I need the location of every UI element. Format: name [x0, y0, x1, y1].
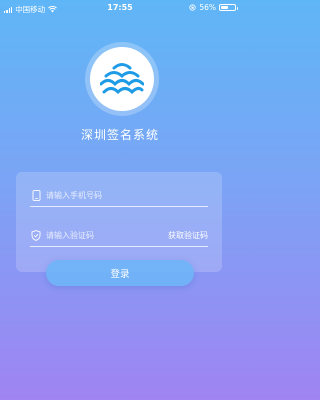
- phone-field: [30, 184, 208, 207]
- code-field: 获取验证码: [30, 224, 208, 247]
- login-button[interactable]: 登录: [46, 260, 194, 286]
- phone-icon: [30, 189, 42, 201]
- app-logo: [90, 47, 154, 111]
- get-code-button[interactable]: 获取验证码: [168, 230, 208, 241]
- status-bar: 中国移动 17:55 56%: [0, 0, 240, 16]
- app-title: 深圳签名系统: [80, 128, 159, 142]
- battery-icon: [219, 4, 238, 11]
- wave-logo-icon: [100, 63, 144, 95]
- status-right: 56%: [189, 3, 238, 12]
- code-input[interactable]: [46, 230, 168, 240]
- phone-input[interactable]: [46, 190, 208, 200]
- orientation-lock-icon: [189, 4, 196, 11]
- login-form-card: 获取验证码: [16, 172, 222, 272]
- battery-level: [221, 6, 229, 9]
- shield-check-icon: [30, 229, 42, 241]
- battery-percent: 56%: [199, 3, 216, 12]
